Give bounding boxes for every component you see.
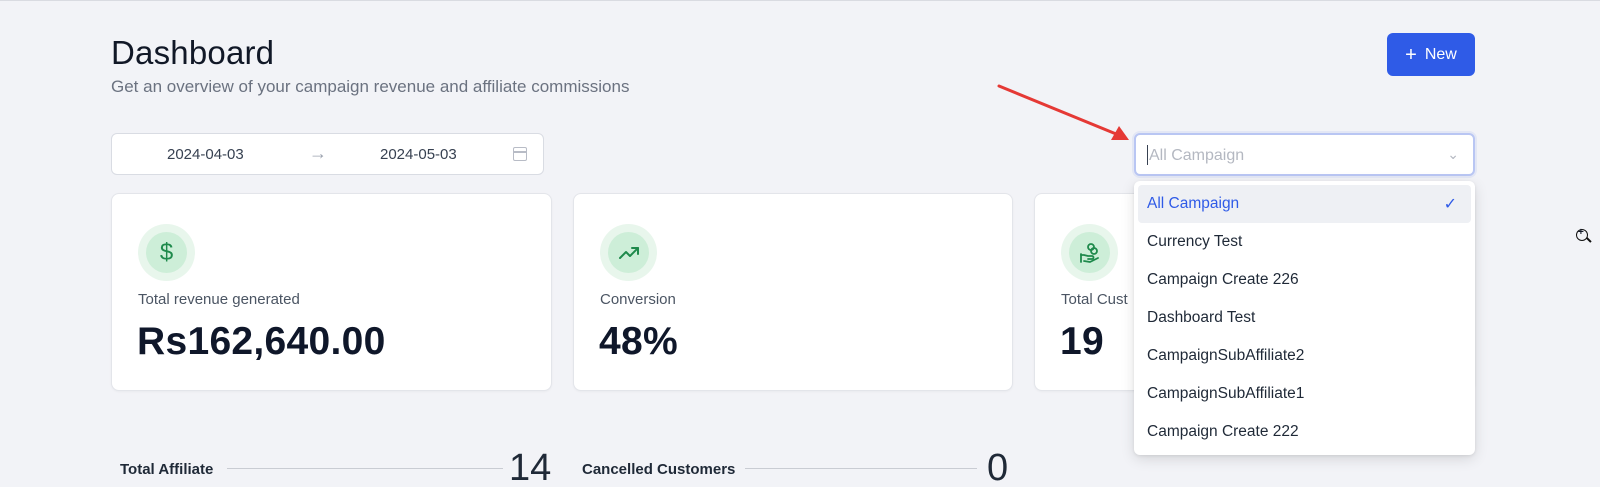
option-label: CampaignSubAffiliate1 <box>1147 385 1305 402</box>
trending-up-icon <box>608 232 649 273</box>
dollar-icon: $ <box>146 232 187 273</box>
stat-divider <box>745 468 977 469</box>
dropdown-option[interactable]: Currency Test <box>1138 223 1471 261</box>
cancelled-customers-label: Cancelled Customers <box>582 461 736 478</box>
option-label: All Campaign <box>1147 195 1240 212</box>
option-label: Campaign Create 226 <box>1147 271 1299 288</box>
start-date-input[interactable]: 2024-04-03 <box>167 146 244 163</box>
customers-value: 19 <box>1060 320 1104 363</box>
total-affiliate-stat: Total Affiliate 14 <box>120 445 552 487</box>
arrow-right-icon: → <box>309 143 327 163</box>
new-button[interactable]: + New <box>1387 33 1475 76</box>
dropdown-option[interactable]: Dashboard Test <box>1138 299 1471 337</box>
page-subtitle: Get an overview of your campaign revenue… <box>111 77 630 96</box>
revenue-card: $ Total revenue generated Rs162,640.00 <box>111 193 552 391</box>
conversion-label: Conversion <box>600 291 676 308</box>
new-button-label: New <box>1424 45 1457 63</box>
plus-icon: + <box>1405 43 1417 66</box>
revenue-icon-wrap: $ <box>138 224 195 281</box>
page-title: Dashboard <box>111 34 275 71</box>
cancelled-customers-stat: Cancelled Customers 0 <box>582 445 1012 487</box>
customers-icon-wrap <box>1061 224 1118 281</box>
campaign-select[interactable]: All Campaign ⌄ <box>1134 133 1475 176</box>
dropdown-option[interactable]: CampaignSubAffiliate1 <box>1138 375 1471 413</box>
check-icon: ✓ <box>1443 196 1457 213</box>
conversion-value: 48% <box>599 320 678 363</box>
dropdown-option[interactable]: CampaignSubAffiliate2 <box>1138 337 1471 375</box>
date-range-picker[interactable]: 2024-04-03 → 2024-05-03 <box>111 133 544 175</box>
chevron-down-icon[interactable]: ⌄ <box>1447 146 1459 163</box>
dropdown-option-all-campaign[interactable]: All Campaign ✓ <box>1138 185 1471 223</box>
conversion-icon-wrap <box>600 224 657 281</box>
total-affiliate-label: Total Affiliate <box>120 461 214 478</box>
conversion-card: Conversion 48% <box>573 193 1013 391</box>
dropdown-option[interactable]: Campaign Create 226 <box>1138 261 1471 299</box>
total-affiliate-value: 14 <box>509 447 552 487</box>
cancelled-customers-value: 0 <box>987 447 1009 487</box>
hand-coins-icon <box>1069 232 1110 273</box>
stat-divider <box>227 468 503 469</box>
calendar-icon[interactable] <box>513 147 527 161</box>
revenue-label: Total revenue generated <box>138 291 300 308</box>
end-date-input[interactable]: 2024-05-03 <box>380 146 457 163</box>
dropdown-option[interactable]: Campaign Create 222 <box>1138 413 1471 451</box>
option-label: Currency Test <box>1147 233 1243 250</box>
option-label: Campaign Create 222 <box>1147 423 1299 440</box>
campaign-dropdown: All Campaign ✓ Currency Test Campaign Cr… <box>1134 181 1475 455</box>
zoom-in-icon: + <box>1576 227 1588 241</box>
option-label: CampaignSubAffiliate2 <box>1147 347 1305 364</box>
option-label: Dashboard Test <box>1147 309 1256 326</box>
annotation-arrow-icon <box>997 84 1129 140</box>
revenue-value: Rs162,640.00 <box>137 320 386 363</box>
text-caret <box>1147 145 1148 165</box>
campaign-select-placeholder: All Campaign <box>1149 147 1245 164</box>
top-border <box>0 0 1600 1</box>
customers-label: Total Cust <box>1061 291 1128 308</box>
